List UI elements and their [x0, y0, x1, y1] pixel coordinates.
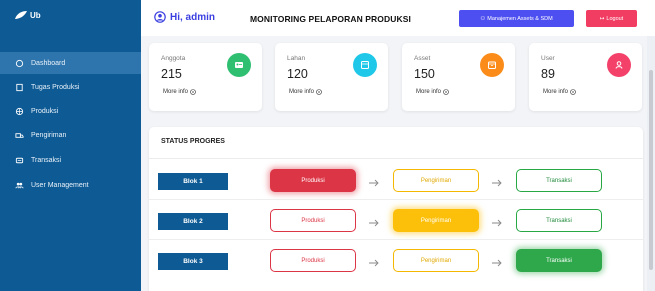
stat-value: 215 — [161, 67, 182, 81]
arrow-right-icon — [491, 255, 503, 267]
factory-icon — [15, 107, 24, 116]
stage-transaksi[interactable]: Transaksi — [516, 209, 602, 232]
stat-card-anggota: Anggota 215 More info — [149, 43, 262, 111]
more-info-link[interactable]: More info — [160, 85, 199, 99]
stat-value: 89 — [541, 67, 555, 81]
truck-icon — [15, 131, 24, 140]
stage-transaksi[interactable]: Transaksi — [516, 249, 602, 272]
leaf-icon — [15, 11, 27, 19]
arrow-right-icon — [491, 215, 503, 227]
greeting-text: Hi, admin — [170, 11, 216, 23]
status-progress-panel: STATUS PROGRES Blok 1 Produksi Pengirima… — [149, 127, 643, 291]
info-circle-icon — [443, 89, 449, 96]
sidebar-item-label: Transaksi — [31, 156, 62, 164]
row-divider — [149, 239, 643, 240]
sidebar-item-label: User Management — [31, 181, 89, 189]
box-icon — [480, 53, 504, 77]
more-info-link[interactable]: More info — [540, 85, 579, 99]
sidebar-item-user-management[interactable]: User Management — [0, 174, 141, 196]
info-circle-icon — [316, 89, 322, 96]
more-info-label: More info — [416, 89, 442, 96]
sidebar-item-pengiriman[interactable]: Pengiriman — [0, 124, 141, 146]
logout-icon: ↦ — [599, 15, 605, 22]
row-divider — [149, 199, 643, 200]
sidebar-item-tugas-produksi[interactable]: Tugas Produksi — [0, 76, 141, 98]
blok-label: Blok 1 — [158, 173, 228, 190]
user-greeting[interactable]: Hi, admin — [154, 11, 215, 23]
stat-value: 150 — [414, 67, 435, 81]
app-logo-text: Ub — [30, 10, 41, 20]
info-circle-icon — [190, 89, 196, 96]
stat-label: Anggota — [161, 55, 186, 62]
panel-title: STATUS PROGRES — [161, 138, 225, 145]
stage-produksi[interactable]: Produksi — [270, 209, 356, 232]
sidebar-item-produksi[interactable]: Produksi — [0, 100, 141, 122]
stat-label: Lahan — [287, 55, 306, 62]
app-logo[interactable]: Ub — [14, 10, 41, 20]
arrow-right-icon — [368, 215, 380, 227]
stage-pengiriman[interactable]: Pengiriman — [393, 169, 479, 192]
more-info-label: More info — [543, 89, 569, 96]
user-circle-icon — [154, 11, 166, 23]
scrollbar-thumb[interactable] — [649, 70, 653, 270]
status-row-blok-3: Blok 3 Produksi Pengiriman Transaksi — [149, 249, 643, 275]
sidebar-item-dashboard[interactable]: Dashboard — [0, 52, 141, 74]
stage-pengiriman[interactable]: Pengiriman — [393, 249, 479, 272]
stat-label: Asset — [414, 55, 431, 62]
status-row-blok-2: Blok 2 Produksi Pengiriman Transaksi — [149, 209, 643, 235]
sidebar-item-label: Pengiriman — [31, 131, 67, 139]
user-card-icon — [227, 53, 251, 77]
map-icon — [353, 53, 377, 77]
clipboard-icon — [15, 83, 24, 92]
receipt-icon — [15, 156, 24, 165]
sidebar: Ub Dashboard Tugas Produksi Produksi Pen… — [0, 0, 141, 291]
arrow-right-icon — [368, 175, 380, 187]
stage-pengiriman[interactable]: Pengiriman — [393, 209, 479, 232]
arrow-right-icon — [491, 175, 503, 187]
logout-button[interactable]: ↦ Logout — [586, 10, 637, 27]
manage-assets-label: Manajemen Assets & SDM — [487, 15, 553, 22]
divider — [149, 158, 643, 159]
sidebar-item-label: Tugas Produksi — [31, 83, 80, 91]
home-icon — [15, 59, 24, 68]
arrow-right-icon — [368, 255, 380, 267]
manage-assets-button[interactable]: ⚇ Manajemen Assets & SDM — [459, 10, 574, 27]
top-header: Hi, admin MONITORING PELAPORAN PRODUKSI … — [141, 0, 655, 36]
blok-label: Blok 3 — [158, 253, 228, 270]
sidebar-item-label: Produksi — [31, 107, 59, 115]
blok-label: Blok 2 — [158, 213, 228, 230]
stat-card-lahan: Lahan 120 More info — [275, 43, 388, 111]
sidebar-item-transaksi[interactable]: Transaksi — [0, 149, 141, 171]
stage-produksi[interactable]: Produksi — [270, 169, 356, 192]
stage-produksi[interactable]: Produksi — [270, 249, 356, 272]
users-icon — [15, 181, 24, 190]
page-title: MONITORING PELAPORAN PRODUKSI — [250, 14, 411, 24]
stat-label: User — [541, 55, 555, 62]
status-row-blok-1: Blok 1 Produksi Pengiriman Transaksi — [149, 169, 643, 195]
stat-card-user: User 89 More info — [529, 43, 642, 111]
user-icon — [607, 53, 631, 77]
users-icon: ⚇ — [480, 15, 486, 22]
more-info-link[interactable]: More info — [413, 85, 452, 99]
stage-transaksi[interactable]: Transaksi — [516, 169, 602, 192]
sidebar-item-label: Dashboard — [31, 59, 66, 67]
more-info-label: More info — [289, 89, 315, 96]
stat-value: 120 — [287, 67, 308, 81]
more-info-label: More info — [163, 89, 189, 96]
info-circle-icon — [570, 89, 576, 96]
logout-label: Logout — [606, 15, 624, 22]
more-info-link[interactable]: More info — [286, 85, 325, 99]
stat-card-asset: Asset 150 More info — [402, 43, 515, 111]
